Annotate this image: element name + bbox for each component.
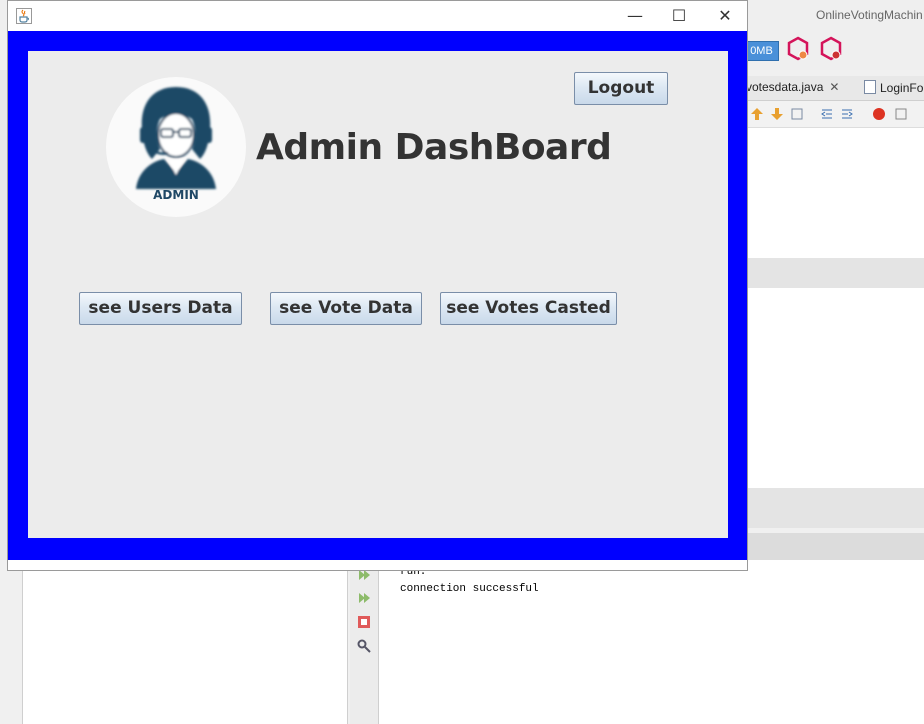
see-users-data-button[interactable]: see Users Data [79, 292, 242, 325]
close-icon[interactable]: ✕ [702, 5, 748, 27]
tab-label: LoginFo [880, 81, 924, 95]
settings-icon[interactable] [356, 638, 372, 654]
editor-tabs: votesdata.java ✕ LoginFo [744, 76, 924, 101]
maximize-icon[interactable]: ☐ [656, 5, 702, 27]
ide-window-title: OnlineVotingMachin [816, 8, 923, 22]
tab-votesdata[interactable]: votesdata.java ✕ [746, 80, 839, 94]
profile-icon[interactable] [786, 36, 810, 62]
navigator-panel [22, 570, 348, 724]
editor-toolbar [744, 101, 924, 128]
tab-loginform[interactable]: LoginFo [864, 80, 923, 95]
logout-button[interactable]: Logout [574, 72, 668, 105]
output-line: connection successful [400, 583, 539, 595]
memory-indicator[interactable]: 0MB [744, 41, 779, 61]
minimize-icon[interactable]: — [612, 5, 658, 27]
next-bookmark-icon[interactable] [770, 107, 784, 121]
tab-label: votesdata.java [746, 80, 824, 94]
editor-fold-band [744, 488, 924, 528]
output-console[interactable]: run: connection successful [379, 560, 924, 724]
admin-avatar-icon: ADMIN [136, 87, 216, 202]
see-vote-data-button[interactable]: see Vote Data [270, 292, 422, 325]
rerun-with-params-icon[interactable] [356, 590, 372, 606]
java-cup-icon [16, 8, 32, 24]
code-editor[interactable] [744, 128, 924, 528]
shift-right-icon[interactable] [840, 107, 854, 121]
page-title: Admin DashBoard [256, 127, 612, 168]
form-file-icon [864, 80, 876, 94]
output-action-strip [350, 560, 379, 724]
admin-avatar: ADMIN [106, 77, 246, 217]
toggle-bookmark-icon[interactable] [790, 107, 804, 121]
prev-bookmark-icon[interactable] [750, 107, 764, 121]
editor-fold-band [744, 258, 924, 288]
stop-macro-icon[interactable] [894, 107, 908, 121]
avatar-caption: ADMIN [153, 188, 199, 202]
output-header [744, 533, 924, 561]
shift-left-icon[interactable] [820, 107, 834, 121]
window-titlebar[interactable]: — ☐ ✕ [8, 1, 747, 31]
start-macro-icon[interactable] [872, 107, 886, 121]
dashboard-panel: ADMIN Admin DashBoard Logout see Users D… [28, 51, 728, 538]
stop-icon[interactable] [356, 614, 372, 630]
admin-dashboard-window: — ☐ ✕ ADMIN Admin DashBoard Logout see U… [7, 0, 748, 571]
close-tab-icon[interactable]: ✕ [829, 80, 839, 94]
blue-frame-border: ADMIN Admin DashBoard Logout see Users D… [8, 31, 747, 560]
profile-project-icon[interactable] [819, 36, 843, 62]
see-votes-casted-button[interactable]: see Votes Casted [440, 292, 617, 325]
